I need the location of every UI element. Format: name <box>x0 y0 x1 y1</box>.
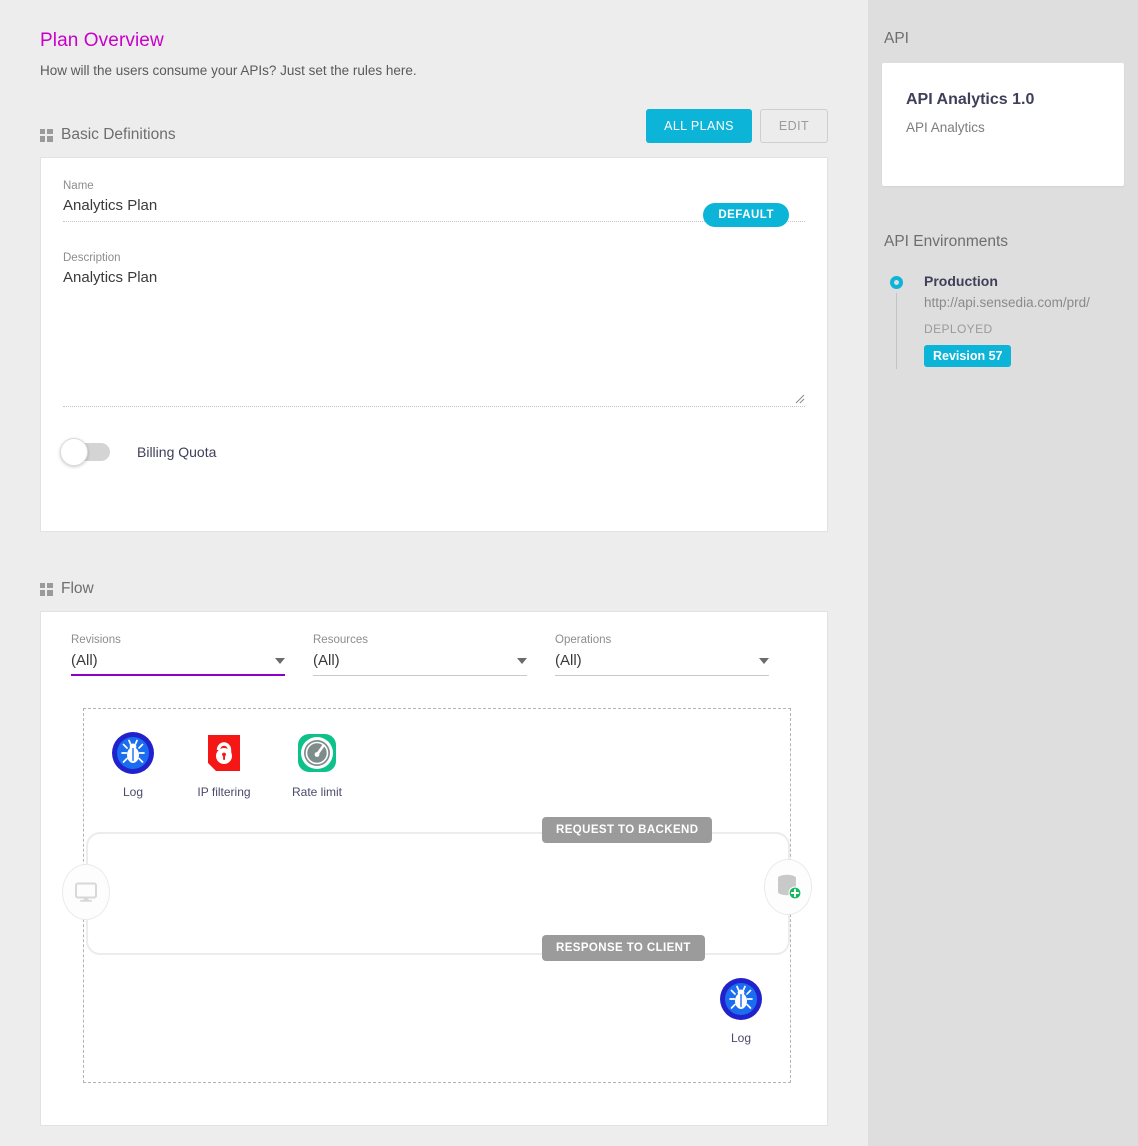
revision-badge: Revision 57 <box>924 345 1011 367</box>
dashboard-grid-icon <box>40 129 53 142</box>
backend-node[interactable] <box>764 859 812 915</box>
policy-label: Log <box>88 785 178 799</box>
chevron-down-icon <box>517 658 527 664</box>
lock-shield-icon <box>202 731 246 775</box>
revisions-select[interactable]: Revisions (All) <box>71 634 285 676</box>
basic-definitions-card: Name Analytics Plan DEFAULT Description … <box>40 157 828 532</box>
description-label: Description <box>63 252 805 264</box>
all-plans-button[interactable]: ALL PLANS <box>646 109 752 143</box>
operations-select[interactable]: Operations (All) <box>555 634 769 676</box>
description-value: Analytics Plan <box>63 269 805 293</box>
description-underline <box>63 406 805 407</box>
environment-connector-line <box>896 293 897 369</box>
request-to-backend-label: REQUEST TO BACKEND <box>542 817 712 843</box>
response-to-client-label: RESPONSE TO CLIENT <box>542 935 705 961</box>
page-title: Plan Overview <box>40 0 828 52</box>
environment-marker-column <box>888 273 924 367</box>
environment-details: Production http://api.sensedia.com/prd/ … <box>924 273 1090 367</box>
resources-select[interactable]: Resources (All) <box>313 634 527 676</box>
api-card[interactable]: API Analytics 1.0 API Analytics <box>882 63 1124 186</box>
chevron-down-icon <box>759 658 769 664</box>
revisions-label: Revisions <box>71 634 285 646</box>
page-subtitle: How will the users consume your APIs? Ju… <box>40 63 828 78</box>
api-environments-heading: API Environments <box>882 233 1124 251</box>
environment-name: Production <box>924 273 1090 289</box>
policy-label: IP filtering <box>179 785 269 799</box>
api-heading: API <box>882 30 1124 48</box>
toggle-knob <box>60 438 88 466</box>
bug-icon <box>719 977 763 1021</box>
environment-status-ring-icon <box>890 276 903 289</box>
resources-value: (All) <box>313 652 340 669</box>
client-node[interactable] <box>62 864 110 920</box>
resize-handle-icon[interactable] <box>793 392 805 404</box>
default-badge: DEFAULT <box>703 203 789 227</box>
api-card-title: API Analytics 1.0 <box>906 91 1100 109</box>
basic-definitions-header: Basic Definitions ALL PLANS EDIT <box>40 123 828 147</box>
edit-button[interactable]: EDIT <box>760 109 828 143</box>
environment-status: DEPLOYED <box>924 322 1090 336</box>
operations-label: Operations <box>555 634 769 646</box>
policy-rate-limit[interactable]: Rate limit <box>272 731 362 799</box>
description-textarea[interactable]: Analytics Plan <box>63 269 805 406</box>
app-root: Plan Overview How will the users consume… <box>0 0 1138 1146</box>
billing-quota-label: Billing Quota <box>137 444 216 460</box>
name-input[interactable]: Analytics Plan <box>63 197 805 221</box>
api-card-subtitle: API Analytics <box>906 120 1100 135</box>
database-add-icon <box>773 872 803 902</box>
revisions-value: (All) <box>71 652 98 669</box>
billing-quota-row: Billing Quota <box>63 443 805 461</box>
right-sidebar: API API Analytics 1.0 API Analytics API … <box>868 0 1138 1146</box>
resources-label: Resources <box>313 634 527 646</box>
main-content: Plan Overview How will the users consume… <box>0 0 868 1146</box>
flow-filters: Revisions (All) Resources (All) Operatio… <box>71 634 797 676</box>
policy-log-request[interactable]: Log <box>88 731 178 799</box>
policy-ip-filtering[interactable]: IP filtering <box>179 731 269 799</box>
chevron-down-icon <box>275 658 285 664</box>
flow-title: Flow <box>61 580 94 598</box>
policy-log-response[interactable]: Log <box>696 977 786 1045</box>
name-label: Name <box>63 180 805 192</box>
basic-definitions-actions: ALL PLANS EDIT <box>646 109 828 143</box>
description-field-group: Description Analytics Plan <box>63 252 805 407</box>
bug-icon <box>111 731 155 775</box>
name-field-group: Name Analytics Plan DEFAULT <box>63 180 805 222</box>
flow-canvas: Log IP filtering <box>83 708 791 1083</box>
flow-card: Revisions (All) Resources (All) Operatio… <box>40 611 828 1126</box>
environment-item-production[interactable]: Production http://api.sensedia.com/prd/ … <box>882 273 1124 367</box>
name-underline <box>63 221 805 222</box>
operations-value: (All) <box>555 652 582 669</box>
basic-definitions-title: Basic Definitions <box>61 126 176 144</box>
monitor-icon <box>73 879 99 905</box>
policy-label: Log <box>696 1031 786 1045</box>
policy-label: Rate limit <box>272 785 362 799</box>
speedometer-icon <box>295 731 339 775</box>
environment-url: http://api.sensedia.com/prd/ <box>924 295 1090 310</box>
billing-quota-toggle[interactable] <box>63 443 110 461</box>
flow-header: Flow <box>40 577 828 601</box>
dashboard-grid-icon <box>40 583 53 596</box>
